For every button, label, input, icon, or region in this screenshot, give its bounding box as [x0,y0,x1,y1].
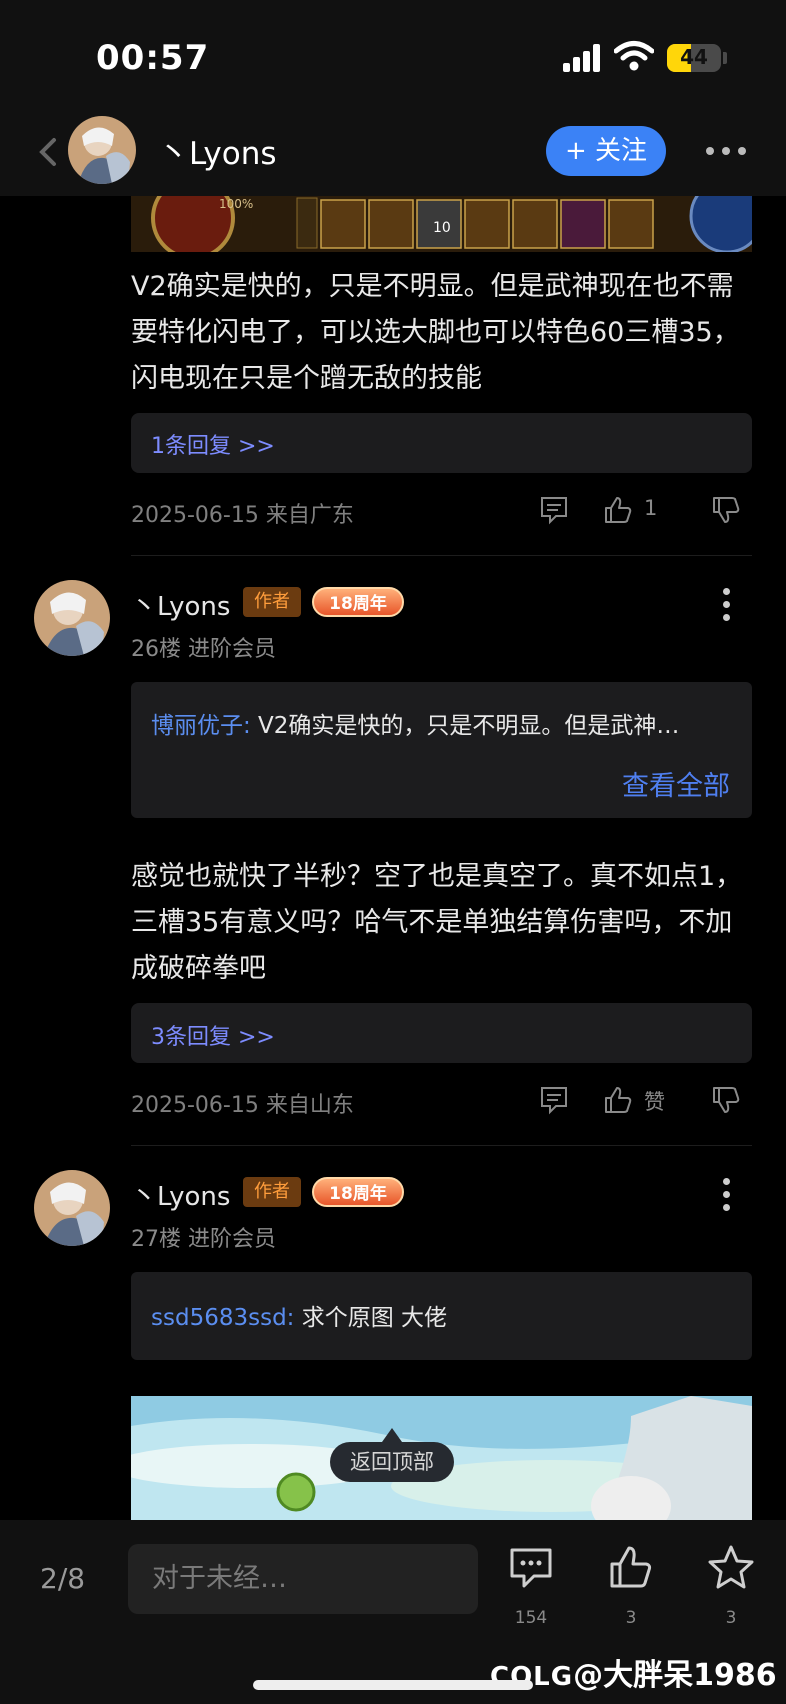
quote-text: 求个原图 大佬 [294,1305,448,1331]
replies-box[interactable]: 3条回复 >> [131,1003,752,1063]
floor-info: 27楼 进阶会员 [131,1227,276,1252]
comment-meta: 2025-06-15 来自广东 [131,503,354,528]
quote-line: 博丽优子: V2确实是快的，只是不明显。但是武神… [151,706,731,740]
battery-icon: 44 [667,44,721,72]
quote-username[interactable]: 博丽优子: [151,713,251,739]
anniversary-badge: 18周年 [312,1177,404,1207]
author-badge: 作者 [243,1177,301,1207]
quote-line: ssd5683ssd: 求个原图 大佬 [151,1298,731,1332]
post-author-name[interactable]: 丶Lyons [131,586,230,623]
quoted-reply[interactable]: ssd5683ssd: 求个原图 大佬 [131,1272,752,1360]
back-to-top-pointer [382,1428,402,1442]
game-screenshot-image[interactable]: 100% 10 [131,196,752,252]
watermark: COLG@大胖呆1986 [490,1650,777,1694]
cellular-signal-icon [563,44,603,72]
wifi-icon [614,41,654,71]
post-author-name[interactable]: 丶Lyons [131,1176,230,1213]
divider [131,1145,752,1146]
thumbs-down-icon[interactable] [710,1084,742,1116]
comment-actions: 1 [536,490,752,530]
post-menu-icon[interactable] [722,1178,732,1212]
thumbs-up-icon[interactable] [602,1084,634,1116]
like-icon[interactable] [608,1544,654,1590]
follow-button[interactable]: + 关注 [546,126,666,176]
post-meta: 2025-06-15 来自山东 [131,1093,354,1118]
replies-link[interactable]: 3条回复 >> [151,1019,275,1051]
quote-text: V2确实是快的，只是不明显。但是武神… [250,713,680,739]
anniversary-badge: 18周年 [312,587,404,617]
favorite-count: 3 [725,1608,737,1628]
home-indicator[interactable] [253,1680,533,1690]
bottom-bar: 2/8 对于未经… 154 3 3 COLG@大胖呆1986 [0,1520,786,1704]
header-username[interactable]: 丶Lyons [158,128,277,173]
battery-level: 44 [680,45,708,69]
avatar[interactable] [34,580,110,656]
replies-link[interactable]: 1条回复 >> [151,428,275,460]
comment-count: 154 [514,1608,548,1628]
author-badge: 作者 [243,587,301,617]
post-text: 感觉也就快了半秒？空了也是真空了。真不如点1，三槽35有意义吗？哈气不是单独结算… [131,861,743,984]
svg-text:10: 10 [433,220,451,236]
reply-icon[interactable] [538,1084,570,1116]
floor-info: 26楼 进阶会员 [131,637,276,662]
post-menu-icon[interactable] [722,588,732,622]
more-options-icon[interactable] [706,144,746,158]
like-count: 3 [625,1608,637,1628]
quoted-reply[interactable]: 博丽优子: V2确实是快的，只是不明显。但是武神… 查看全部 [131,682,752,818]
post-actions: 赞 [536,1080,752,1120]
reply-icon[interactable] [538,494,570,526]
back-to-top-button[interactable]: 返回顶部 [330,1442,454,1482]
battery-cap [723,52,727,64]
back-chevron-icon[interactable] [34,132,64,172]
thumbs-down-icon[interactable] [710,494,742,526]
view-all-link[interactable]: 查看全部 [622,764,730,803]
status-time: 00:57 [96,38,210,78]
like-label: 赞 [644,1090,665,1114]
divider [131,555,752,556]
like-count: 1 [644,496,658,520]
page-indicator[interactable]: 2/8 [40,1562,85,1595]
avatar[interactable] [68,116,136,184]
replies-box[interactable]: 1条回复 >> [131,413,752,473]
post-header: 丶Lyons + 关注 [0,110,786,196]
comment-input[interactable]: 对于未经… [128,1544,478,1614]
comment-text: V2确实是快的，只是不明显。但是武神现在也不需要特化闪电了，可以选大脚也可以特色… [131,271,740,394]
status-bar: 00:57 44 [0,0,786,110]
comment-icon[interactable] [508,1544,554,1590]
watermark-text: @大胖呆1986 [573,1658,777,1693]
favorite-star-icon[interactable] [708,1544,754,1590]
avatar[interactable] [34,1170,110,1246]
thumbs-up-icon[interactable] [602,494,634,526]
svg-text:100%: 100% [219,197,253,211]
quote-username[interactable]: ssd5683ssd: [151,1305,294,1331]
